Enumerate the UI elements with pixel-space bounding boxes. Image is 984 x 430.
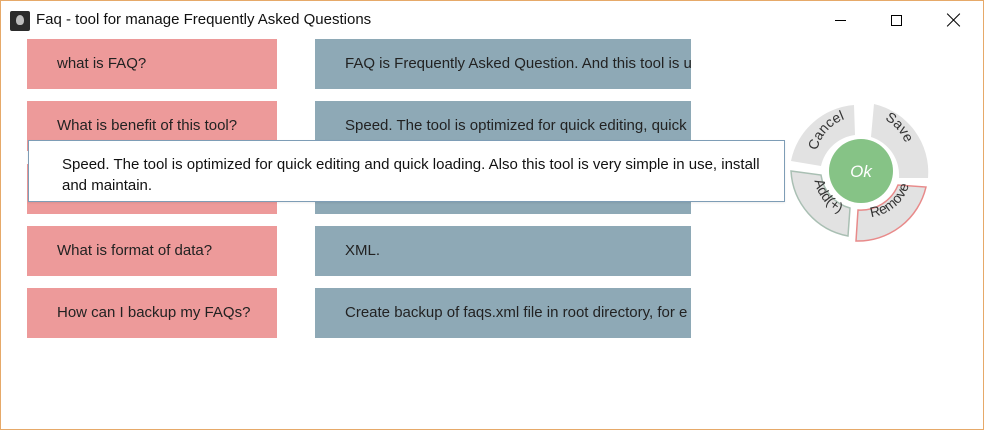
faq-row: what is FAQ? FAQ is Frequently Asked Que…: [27, 39, 691, 89]
ok-button[interactable]: [829, 139, 893, 203]
title-bar[interactable]: Faq - tool for manage Frequently Asked Q…: [1, 1, 983, 39]
answer-tooltip: Speed. The tool is optimized for quick e…: [28, 140, 785, 202]
question-card[interactable]: How can I backup my FAQs?: [27, 288, 277, 338]
app-logo-icon: [10, 11, 30, 31]
minimize-button[interactable]: [811, 1, 869, 39]
close-button[interactable]: [925, 1, 983, 39]
maximize-button[interactable]: [867, 1, 925, 39]
app-window: Faq - tool for manage Frequently Asked Q…: [0, 0, 984, 430]
maximize-icon: [890, 14, 902, 26]
answer-card[interactable]: FAQ is Frequently Asked Question. And th…: [315, 39, 691, 89]
close-icon: [947, 13, 961, 27]
minimize-icon: [834, 19, 846, 21]
question-card[interactable]: What is format of data?: [27, 226, 277, 276]
answer-card[interactable]: XML.: [315, 226, 691, 276]
answer-card[interactable]: Create backup of faqs.xml file in root d…: [315, 288, 691, 338]
question-card[interactable]: what is FAQ?: [27, 39, 277, 89]
faq-row: How can I backup my FAQs? Create backup …: [27, 288, 691, 338]
window-title: Faq - tool for manage Frequently Asked Q…: [36, 11, 372, 28]
faq-row: What is format of data? XML.: [27, 226, 691, 276]
